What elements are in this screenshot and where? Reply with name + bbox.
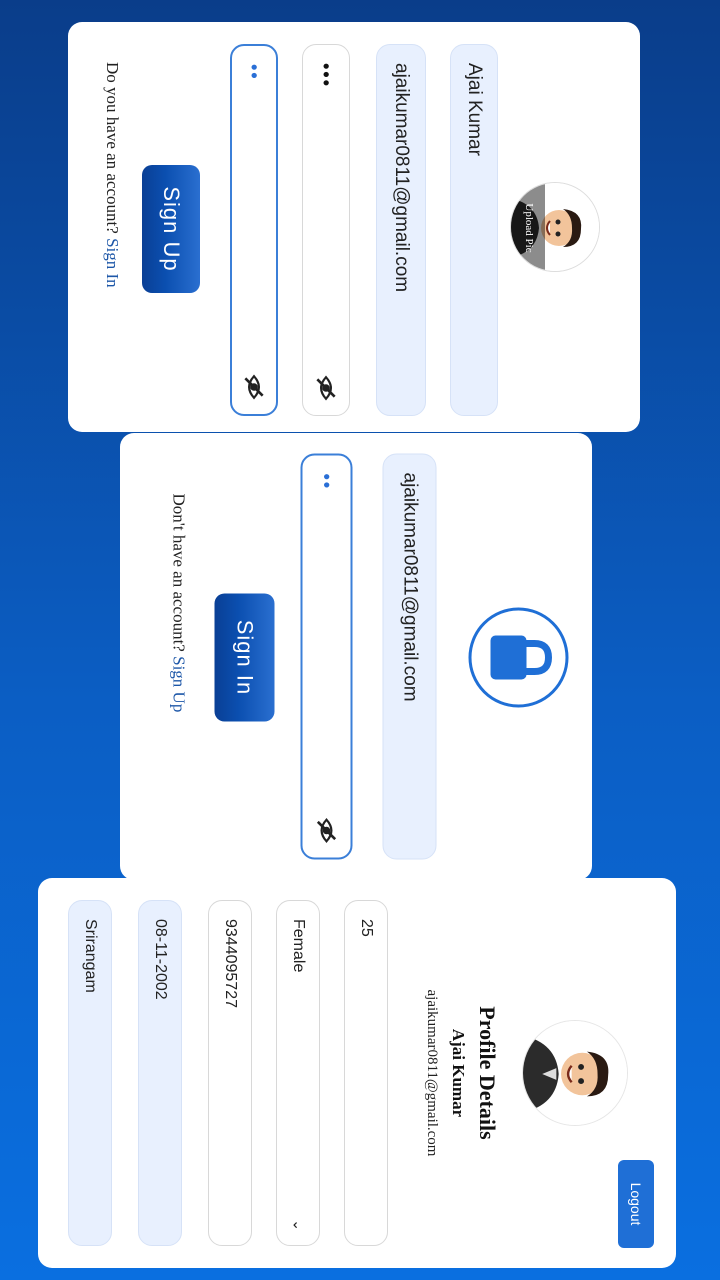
name-value: Ajai Kumar — [464, 63, 485, 156]
chevron-down-icon: ⌄ — [290, 1219, 307, 1231]
signin-footer-text: Don't have an account? — [169, 493, 189, 652]
signin-footer: Don't have an account? Sign Up — [169, 493, 189, 712]
gender-select[interactable]: Female ⌄ — [276, 900, 320, 1246]
location-field[interactable]: Srirangam — [68, 900, 112, 1246]
signup-card: Upload Pic Ajai Kumar ajaikumar0811@gmai… — [68, 22, 640, 432]
avatar-upload[interactable]: Upload Pic — [510, 182, 600, 272]
sign-in-link[interactable]: Sign In — [103, 238, 122, 288]
age-value: 25 — [358, 919, 375, 937]
confirm-password-field[interactable]: •• — [230, 44, 278, 416]
name-field[interactable]: Ajai Kumar — [450, 44, 498, 416]
gender-value: Female — [290, 919, 307, 973]
profile-card: Logout Profile Details Ajai Kumar ajaiku… — [38, 878, 676, 1268]
email-value: ajaikumar0811@gmail.com — [391, 63, 412, 293]
profile-panel: Logout Profile Details Ajai Kumar ajaiku… — [38, 878, 676, 1268]
confirm-password-value: •• — [244, 64, 265, 81]
upload-pic-caption: Upload Pic — [523, 203, 535, 253]
password-value: ••• — [316, 63, 337, 88]
eye-off-icon[interactable] — [314, 817, 340, 843]
sign-in-button[interactable]: Sign In — [214, 593, 275, 721]
email-field[interactable]: ajaikumar0811@gmail.com — [382, 453, 437, 859]
password-field[interactable]: ••• — [302, 44, 350, 416]
sign-up-button[interactable]: Sign Up — [142, 165, 200, 293]
eye-off-icon[interactable] — [313, 375, 339, 401]
logout-button[interactable]: Logout — [618, 1160, 654, 1248]
password-field[interactable]: •• — [300, 453, 353, 859]
sign-up-link[interactable]: Sign Up — [170, 656, 189, 712]
dob-field[interactable]: 08-11-2002 — [138, 900, 182, 1246]
signin-card: ajaikumar0811@gmail.com •• Sign In Don't… — [120, 433, 592, 880]
password-value: •• — [317, 473, 337, 490]
age-field[interactable]: 25 — [344, 900, 388, 1246]
signup-panel: Upload Pic Ajai Kumar ajaikumar0811@gmai… — [68, 22, 640, 432]
profile-email: ajaikumar0811@gmail.com — [424, 989, 440, 1157]
dob-value: 08-11-2002 — [152, 919, 169, 1000]
email-value: ajaikumar0811@gmail.com — [399, 472, 421, 702]
lock-icon — [490, 635, 553, 679]
profile-name: Ajai Kumar — [449, 1028, 468, 1118]
email-field[interactable]: ajaikumar0811@gmail.com — [376, 44, 426, 416]
eye-off-icon[interactable] — [241, 374, 267, 400]
lock-avatar — [468, 607, 569, 707]
location-value: Srirangam — [82, 919, 99, 993]
signin-panel: ajaikumar0811@gmail.com •• Sign In Don't… — [121, 433, 593, 880]
signup-footer-text: Do you have an account? — [103, 62, 122, 234]
phone-value: 9344095727 — [222, 919, 239, 1008]
profile-avatar — [522, 1020, 628, 1126]
signup-footer: Do you have an account? Sign In — [102, 62, 122, 288]
page-title: Profile Details — [475, 1006, 500, 1140]
avatar-icon — [522, 1021, 627, 1126]
phone-field[interactable]: 9344095727 — [208, 900, 252, 1246]
